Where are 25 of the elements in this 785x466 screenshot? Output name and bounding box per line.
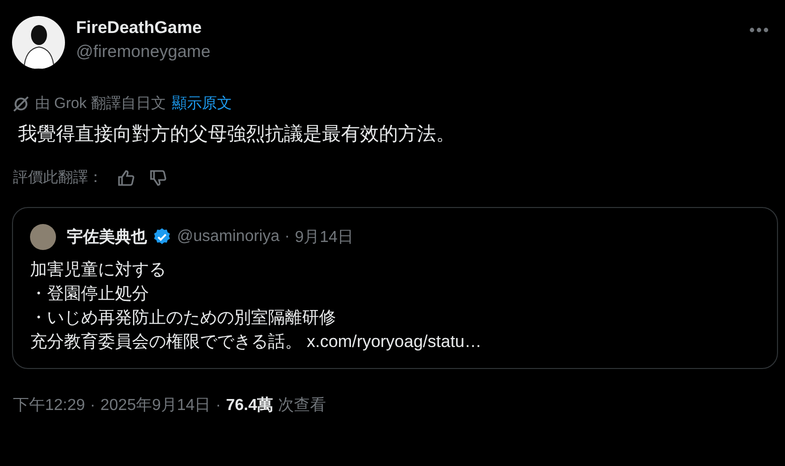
post-date[interactable]: 2025年9月14日 [100, 395, 211, 416]
views-label: 次查看 [278, 396, 326, 416]
avatar[interactable] [12, 16, 65, 69]
person-silhouette-icon [22, 23, 56, 69]
separator: · [284, 228, 290, 246]
quote-text-line: 加害児童に対する [30, 259, 167, 281]
author-handle[interactable]: @firemoneygame [76, 42, 210, 62]
quote-author-handle[interactable]: @usaminoriya [177, 228, 280, 246]
view-count: 76.4萬 [226, 396, 274, 416]
thumbs-down-icon[interactable] [149, 168, 167, 186]
thumbs-up-icon[interactable] [117, 168, 135, 186]
separator: · [90, 396, 96, 414]
tweet-text: 我覺得直接向對方的父母強烈抗議是最有效的方法。 [18, 123, 456, 147]
separator: · [216, 396, 221, 414]
quote-text-line: ・登園停止処分 [30, 283, 150, 305]
post-time[interactable]: 下午12:29 [13, 395, 86, 416]
rate-translation-label: 評價此翻譯： [13, 168, 103, 187]
author-name[interactable]: FireDeathGame [76, 18, 210, 38]
quote-author-name[interactable]: 宇佐美典也 [67, 226, 147, 248]
grok-logo-icon [13, 96, 29, 112]
quote-date[interactable]: 9月14日 [294, 226, 354, 248]
quote-text-line: ・いじめ再発防止のための別室隔離研修 [30, 307, 337, 329]
quote-text-line: 充分教育委員会の権限でできる話。 x.com/ryoryoag/statu… [30, 331, 483, 353]
translation-note: 由 Grok 翻譯自日文 [35, 94, 166, 113]
show-original-link[interactable]: 顯示原文 [172, 94, 232, 113]
